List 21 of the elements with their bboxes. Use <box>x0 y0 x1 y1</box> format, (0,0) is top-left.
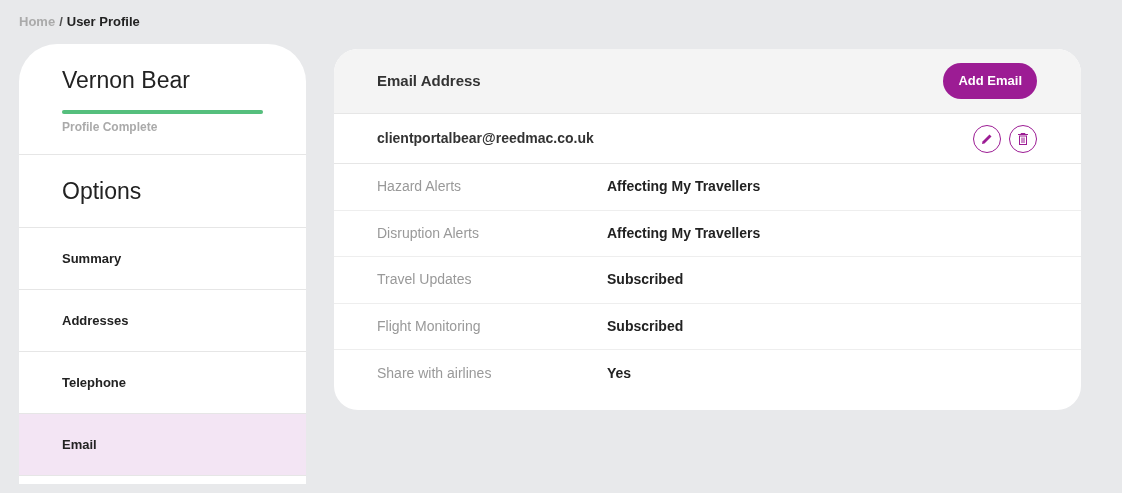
pencil-icon <box>981 132 993 145</box>
profile-name: Vernon Bear <box>62 66 191 94</box>
progress-label: Profile Complete <box>62 119 159 136</box>
email-address: clientportalbear@reedmac.co.uk <box>377 129 594 148</box>
breadcrumb-separator: / <box>59 12 63 31</box>
setting-value: Subscribed <box>607 316 684 336</box>
trash-icon <box>1018 132 1028 145</box>
setting-label: Travel Updates <box>377 270 473 290</box>
options-heading: Options <box>62 176 142 206</box>
setting-label: Disruption Alerts <box>377 223 480 243</box>
setting-value: Yes <box>607 363 632 383</box>
setting-label: Flight Monitoring <box>377 316 482 336</box>
add-email-button[interactable]: Add Email <box>943 63 1037 99</box>
setting-value: Affecting My Travellers <box>607 223 761 243</box>
setting-value: Affecting My Travellers <box>607 177 761 197</box>
breadcrumb-current: User Profile <box>66 12 140 31</box>
sidebar-item[interactable]: Email <box>19 414 306 476</box>
setting-value: Subscribed <box>607 270 684 290</box>
setting-label: Share with airlines <box>377 363 493 383</box>
setting-label: Hazard Alerts <box>377 177 463 197</box>
card-title: Email Address <box>377 70 481 91</box>
